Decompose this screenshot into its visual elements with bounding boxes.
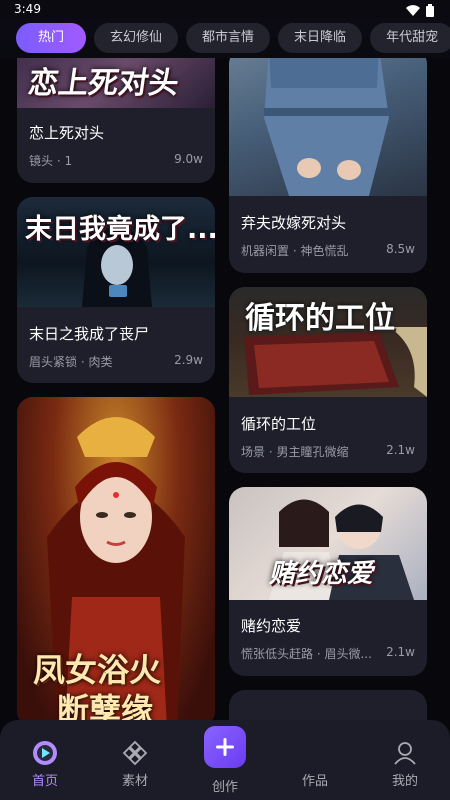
- drama-card[interactable]: 凤女浴火 断孽缘: [17, 397, 215, 720]
- profile-icon: [394, 742, 416, 765]
- cover-title: 恋上死对头: [26, 66, 181, 101]
- bottom-nav: 首页 素材 创作 作品 我的: [0, 720, 450, 800]
- nav-create-label: 创作: [211, 780, 238, 795]
- drama-tags: 慌张低头赶路 · 眉头微...: [241, 647, 372, 661]
- tab-urban-romance[interactable]: 都市言情: [186, 23, 271, 53]
- nav-works[interactable]: 作品: [280, 740, 350, 789]
- drama-cover: 恋上死对头: [17, 58, 215, 108]
- drama-card[interactable]: 赌约恋爱 赌约恋爱 慌张低头赶路 · 眉头微... 2.1w: [229, 487, 427, 676]
- works-icon: [302, 740, 328, 766]
- drama-meta: 场景 · 男主瞳孔微缩 2.1w: [241, 443, 415, 460]
- cover-title: 循环的工位: [245, 301, 395, 336]
- home-play-icon: [33, 741, 57, 765]
- drama-card[interactable]: [229, 690, 427, 720]
- drama-cover: [229, 58, 427, 196]
- drama-cover: 循环的工位: [229, 287, 427, 397]
- view-count: 2.1w: [386, 645, 415, 659]
- nav-mine-label: 我的: [391, 774, 418, 789]
- nav-material[interactable]: 素材: [100, 740, 170, 789]
- drama-title: 循环的工位: [241, 415, 317, 433]
- drama-tags: 场景 · 男主瞳孔微缩: [241, 445, 349, 459]
- nav-create[interactable]: 创作: [190, 726, 260, 795]
- tab-fantasy[interactable]: 玄幻修仙: [94, 23, 179, 53]
- drama-cover: 末日我竟成了...: [17, 197, 215, 307]
- nav-mine[interactable]: 我的: [370, 740, 440, 789]
- view-count: 2.1w: [386, 443, 415, 457]
- tab-apocalypse[interactable]: 末日降临: [278, 23, 363, 53]
- drama-meta: 慌张低头赶路 · 眉头微... 2.1w: [241, 645, 415, 662]
- plus-icon: [216, 738, 234, 756]
- drama-card[interactable]: 末日我竟成了... 末日之我成了丧尸 眉头紧锁 · 肉类 2.9w: [17, 197, 215, 383]
- drama-card[interactable]: 恋上死对头 恋上死对头 镜头 · 1 9.0w: [17, 58, 215, 183]
- cover-title: 赌约恋爱: [269, 559, 374, 589]
- drama-meta: 镜头 · 1 9.0w: [29, 152, 203, 169]
- drama-card[interactable]: 弃夫改嫁死对头 机器闲置 · 神色慌乱 8.5w: [229, 58, 427, 273]
- tab-era-romance[interactable]: 年代甜宠: [370, 23, 450, 53]
- view-count: 2.9w: [174, 353, 203, 367]
- cover-figure: [264, 58, 394, 196]
- drama-tags: 眉头紧锁 · 肉类: [29, 355, 113, 369]
- material-icon: [122, 740, 148, 766]
- status-bar: 3:49: [0, 0, 450, 20]
- drama-title: 末日之我成了丧尸: [29, 325, 150, 343]
- create-button[interactable]: [204, 726, 246, 768]
- status-icons: [406, 4, 434, 17]
- tab-hot[interactable]: 热门: [16, 23, 87, 53]
- drama-card[interactable]: 循环的工位 循环的工位 场景 · 男主瞳孔微缩 2.1w: [229, 287, 427, 473]
- battery-icon: [426, 4, 434, 17]
- drama-title: 赌约恋爱: [241, 617, 302, 635]
- nav-material-label: 素材: [121, 774, 148, 789]
- drama-tags: 镜头 · 1: [29, 154, 73, 168]
- drama-tags: 机器闲置 · 神色慌乱: [241, 244, 349, 258]
- drama-meta: 眉头紧锁 · 肉类 2.9w: [29, 353, 203, 370]
- cover-title: 末日我竟成了...: [25, 214, 215, 245]
- drama-feed[interactable]: 恋上死对头 恋上死对头 镜头 · 1 9.0w 弃夫改嫁死对头 机器闲置 · 神…: [0, 58, 450, 720]
- drama-title: 弃夫改嫁死对头: [241, 214, 347, 232]
- drama-cover: 凤女浴火 断孽缘: [17, 397, 215, 720]
- nav-works-label: 作品: [301, 774, 328, 789]
- view-count: 9.0w: [174, 152, 203, 166]
- wifi-icon: [406, 5, 420, 16]
- cover-subtitle: 断孽缘: [57, 691, 154, 720]
- drama-meta: 机器闲置 · 神色慌乱 8.5w: [241, 242, 415, 259]
- view-count: 8.5w: [386, 242, 415, 256]
- drama-title: 恋上死对头: [29, 124, 105, 142]
- drama-cover: 赌约恋爱: [229, 487, 427, 600]
- nav-home-label: 首页: [31, 774, 58, 789]
- status-time: 3:49: [14, 2, 41, 16]
- category-tabs: 热门 玄幻修仙 都市言情 末日降临 年代甜宠: [0, 18, 450, 58]
- nav-home[interactable]: 首页: [10, 740, 80, 789]
